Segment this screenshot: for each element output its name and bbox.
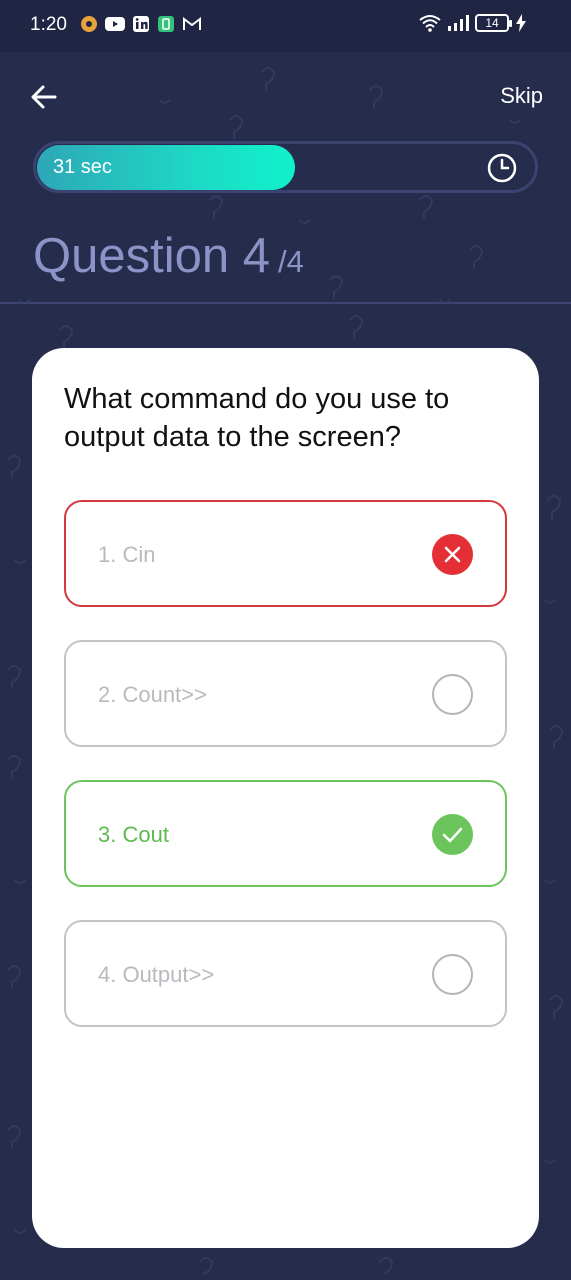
signal-icon: [448, 15, 469, 31]
battery-level: 14: [485, 16, 499, 30]
answer-option-label: 3. Cout: [98, 822, 169, 847]
notification-dot-icon: [81, 16, 97, 32]
system-icons: 14: [419, 14, 527, 32]
battery-saver-icon: [158, 16, 174, 32]
timer-label: 31 sec: [53, 156, 112, 178]
clock-icon: [487, 153, 517, 183]
question-number: Question 4: [33, 229, 270, 283]
header-divider: [0, 302, 571, 304]
status-time: 1:20: [30, 14, 67, 35]
check-icon: [432, 814, 473, 855]
wifi-icon: [419, 15, 441, 32]
question-heading: Question 4/4: [33, 228, 304, 284]
answer-option-1[interactable]: 1. Cin: [64, 500, 507, 607]
notification-icons: [80, 15, 202, 33]
linkedin-icon: [133, 16, 149, 32]
answer-option-label: 1. Cin: [98, 542, 156, 567]
skip-button[interactable]: Skip: [500, 83, 543, 109]
answer-option-3[interactable]: 3. Cout: [64, 780, 507, 887]
wrong-answer-icon: [432, 534, 473, 575]
status-bar: 1:20 14: [0, 0, 571, 52]
radio-empty-icon: [432, 674, 473, 715]
question-total: /4: [278, 244, 304, 279]
gmail-icon: [183, 17, 201, 30]
answer-option-4[interactable]: 4. Output>>: [64, 920, 507, 1027]
question-text: What command do you use to output data t…: [64, 383, 450, 453]
charging-icon: [516, 14, 526, 32]
radio-empty-icon: [432, 954, 473, 995]
question-card: What command do you use to output data t…: [32, 348, 539, 1248]
answer-option-label: 4. Output>>: [98, 962, 215, 987]
battery-icon: 14: [475, 14, 512, 32]
back-arrow-icon[interactable]: [28, 80, 62, 114]
answer-option-label: 2. Count>>: [98, 682, 207, 707]
answer-option-2[interactable]: 2. Count>>: [64, 640, 507, 747]
youtube-icon: [105, 17, 125, 31]
